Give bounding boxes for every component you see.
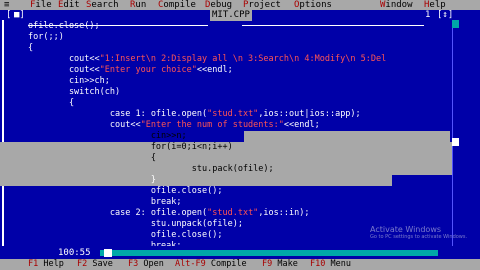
key-open[interactable]: F3 Open	[128, 259, 164, 270]
code-text: stu.unpack(ofile);	[28, 219, 243, 229]
code-line: cout<<"Enter your choice"<<endl;	[28, 65, 233, 76]
code-text: ,ios::out|ios::app);	[258, 109, 361, 119]
key-menu[interactable]: F10 Menu	[310, 259, 351, 270]
code-text: stu.pack(ofile);	[28, 164, 274, 174]
code-text: cout<<	[28, 65, 100, 75]
system-menu-icon[interactable]: ≡	[4, 0, 9, 10]
code-text: break;	[28, 197, 182, 207]
code-line: cin>>n;	[28, 131, 187, 142]
string-literal: "1:Insert\n 2:Display all \n 3:Search\n …	[99, 54, 387, 64]
menu-search[interactable]: Search	[86, 0, 119, 10]
code-line: for(i=0;i<n;i++)	[28, 142, 233, 153]
code-text: <<endl;	[196, 65, 233, 75]
vertical-scroll-thumb[interactable]	[452, 138, 459, 146]
watermark-title: Activate Windows	[370, 225, 442, 234]
code-text: switch(ch)	[28, 87, 121, 97]
string-literal: "stud.txt"	[207, 109, 259, 119]
menu-run[interactable]: Run	[130, 0, 146, 10]
horizontal-scrollbar[interactable]	[100, 250, 438, 256]
code-line: cout<<"Enter the num of students:"<<endl…	[28, 120, 320, 131]
code-text: cout<<	[28, 120, 141, 130]
string-literal: "stud.txt"	[207, 208, 259, 218]
code-line: ofile.close();	[28, 230, 223, 241]
code-line: {	[28, 43, 33, 54]
code-text: cout<<	[28, 54, 100, 64]
code-text: ofile.close();	[28, 21, 100, 31]
zoom-window-button[interactable]: [↕]	[437, 10, 453, 21]
turbo-cpp-screen: ≡ File Edit Search Run Compile Debug Pro…	[0, 0, 480, 270]
code-text: <<endl;	[283, 120, 320, 130]
code-text: {	[28, 98, 75, 108]
menu-file[interactable]: File	[30, 0, 52, 10]
code-text: ,ios::in);	[258, 208, 310, 218]
menu-help[interactable]: Help	[424, 0, 446, 10]
code-text: {	[28, 153, 156, 163]
code-line: case 2: ofile.open("stud.txt",ios::in);	[28, 208, 310, 219]
menu-options[interactable]: Options	[294, 0, 332, 10]
string-literal: "Enter your choice"	[99, 65, 197, 75]
code-text: cin>>n;	[28, 131, 187, 141]
code-text: for(i=0;i<n;i++)	[28, 142, 233, 152]
code-text: case 1: ofile.open(	[28, 109, 208, 119]
window-number: 1	[425, 10, 431, 20]
code-line: cout<<"1:Insert\n 2:Display all \n 3:Sea…	[28, 54, 386, 65]
scroll-up-arrow-icon[interactable]	[452, 20, 459, 28]
code-text: cin>>ch;	[28, 76, 110, 86]
activate-windows-watermark: Activate Windows Go to PC settings to ac…	[370, 225, 467, 240]
code-line: }	[28, 175, 156, 186]
vertical-scrollbar[interactable]	[452, 20, 459, 246]
key-compile[interactable]: Alt-F9 Compile	[175, 259, 247, 270]
code-text: ofile.close();	[28, 230, 223, 240]
watermark-subtitle: Go to PC settings to activate Windows.	[370, 234, 468, 240]
code-line: for(;;)	[28, 32, 64, 43]
function-key-bar: F1 Help F2 Save F3 Open Alt-F9 Compile F…	[0, 259, 480, 270]
code-editor[interactable]: ofile.close(); for(;;){ cout<<"1:Insert\n…	[0, 21, 452, 251]
key-save[interactable]: F2 Save	[77, 259, 113, 270]
menu-edit[interactable]: Edit	[58, 0, 80, 10]
editor-title-bar: [ ■] MIT.CPP 1 [↕]	[0, 10, 480, 26]
close-window-button[interactable]: ■]	[14, 10, 25, 21]
code-text: for(;;)	[28, 32, 64, 42]
code-line: ofile.close();	[28, 21, 100, 32]
window-frame-bracket: [	[6, 10, 12, 20]
menu-project[interactable]: Project	[243, 0, 281, 10]
code-text: ofile.close();	[28, 186, 223, 196]
window-left-frame	[2, 20, 4, 246]
cursor-position: 100:55	[58, 248, 91, 258]
code-text: case 2: ofile.open(	[28, 208, 208, 218]
menu-bar: ≡ File Edit Search Run Compile Debug Pro…	[0, 0, 480, 10]
code-line: break;	[28, 197, 182, 208]
code-line: {	[28, 98, 74, 109]
menu-compile[interactable]: Compile	[158, 0, 196, 10]
code-line: switch(ch)	[28, 87, 120, 98]
code-line: case 1: ofile.open("stud.txt",ios::out|i…	[28, 109, 361, 120]
selection-highlight	[244, 131, 450, 142]
file-title: MIT.CPP	[210, 10, 252, 21]
code-line: {	[28, 153, 156, 164]
menu-debug[interactable]: Debug	[205, 0, 232, 10]
string-literal: "Enter the num of students:"	[140, 120, 284, 130]
code-line: cin>>ch;	[28, 76, 110, 87]
key-help[interactable]: F1 Help	[28, 259, 64, 270]
code-line: ofile.close();	[28, 186, 223, 197]
horizontal-scroll-thumb[interactable]	[104, 249, 112, 257]
code-text: }	[28, 175, 156, 185]
menu-window[interactable]: Window	[380, 0, 413, 10]
code-line: stu.pack(ofile);	[28, 164, 274, 175]
key-make[interactable]: F9 Make	[262, 259, 298, 270]
code-line: stu.unpack(ofile);	[28, 219, 243, 230]
code-text: {	[28, 43, 34, 53]
